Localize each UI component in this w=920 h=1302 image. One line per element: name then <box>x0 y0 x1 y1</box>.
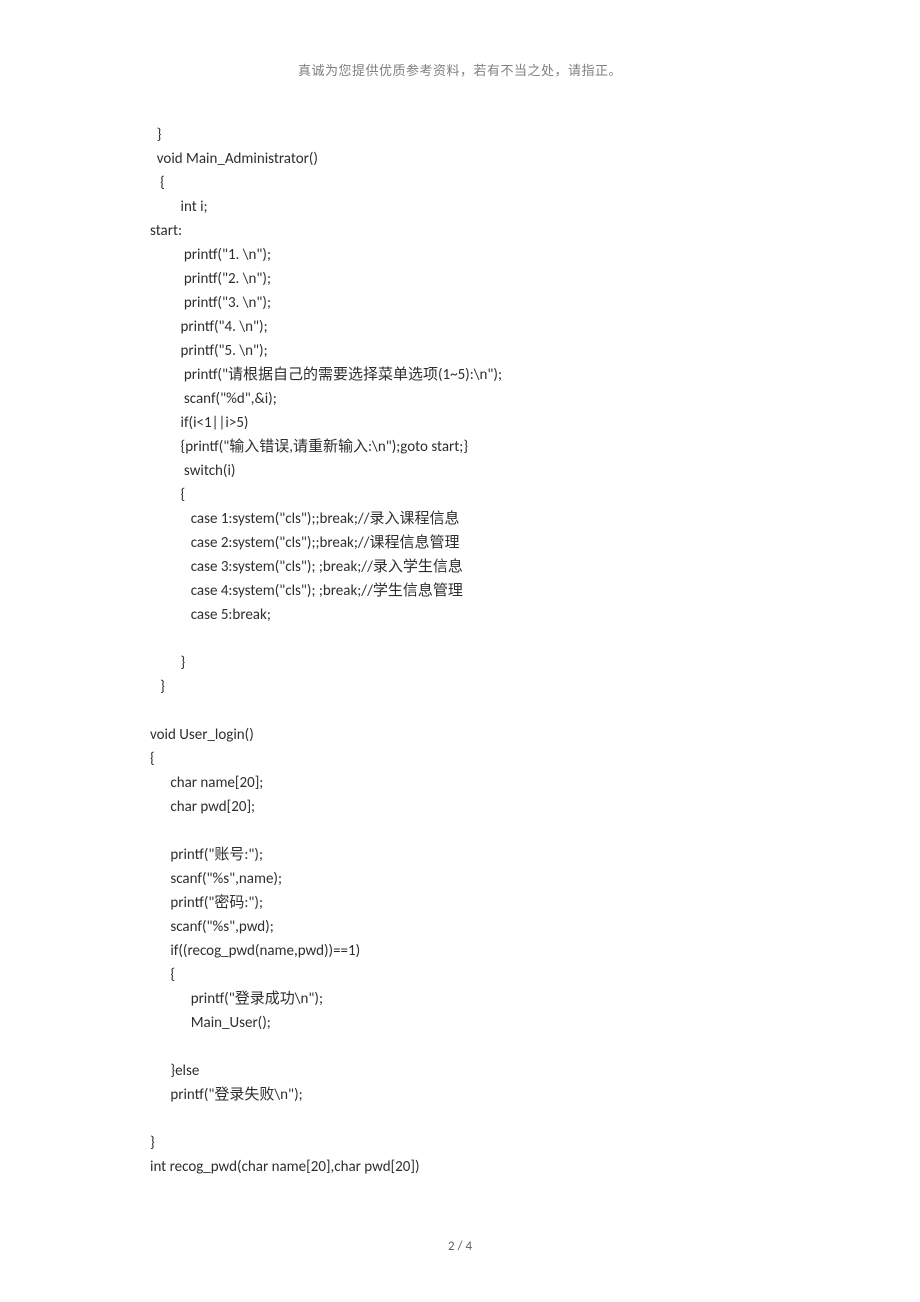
code-body: } void Main_Administrator() { int i; sta… <box>0 79 920 1179</box>
page-number: 2 / 4 <box>0 1239 920 1254</box>
page-header: 真诚为您提供优质参考资料，若有不当之处，请指正。 <box>0 0 920 79</box>
